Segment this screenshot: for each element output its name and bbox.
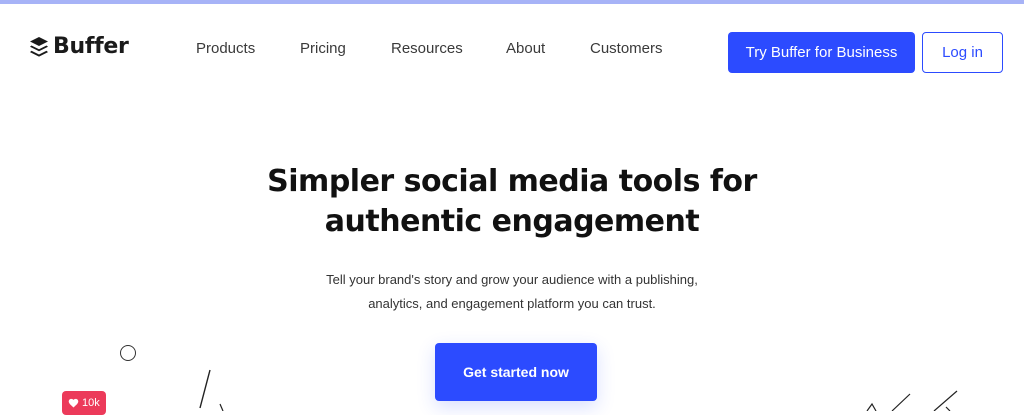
hero-subtitle: Tell your brand's story and grow your au…: [262, 268, 762, 316]
nav-item-about[interactable]: About: [506, 40, 545, 57]
nav-item-resources[interactable]: Resources: [391, 40, 463, 57]
decorative-lines-right: [866, 390, 958, 411]
hero-title-line-1: Simpler social media tools for: [267, 164, 757, 199]
logo[interactable]: Buffer: [29, 34, 129, 59]
login-button[interactable]: Log in: [922, 32, 1003, 73]
nav-item-customers[interactable]: Customers: [590, 40, 663, 57]
try-business-button[interactable]: Try Buffer for Business: [728, 32, 915, 73]
decorative-lines-left: [199, 369, 224, 411]
hero-title: Simpler social media tools for authentic…: [212, 162, 812, 242]
heart-icon: [68, 398, 79, 408]
like-count-text: 10k: [82, 397, 100, 409]
hero-subtitle-line-1: Tell your brand's story and grow your au…: [326, 272, 698, 287]
nav-item-pricing[interactable]: Pricing: [300, 40, 346, 57]
get-started-button[interactable]: Get started now: [435, 343, 597, 401]
hero-title-line-2: authentic engagement: [324, 204, 700, 239]
logo-text: Buffer: [53, 34, 129, 59]
buffer-logo-icon: [30, 36, 48, 57]
hero-subtitle-line-2: analytics, and engagement platform you c…: [368, 296, 656, 311]
decorative-circle: [120, 345, 136, 361]
like-count-badge: 10k: [62, 391, 106, 415]
site-header: Buffer Products Pricing Resources About …: [0, 4, 1024, 82]
nav-item-products[interactable]: Products: [196, 40, 255, 57]
